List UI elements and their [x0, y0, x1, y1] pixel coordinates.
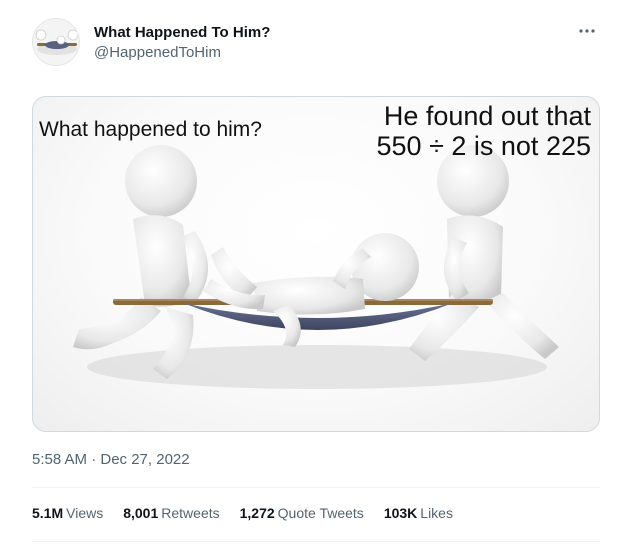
stat-value: 1,272 — [239, 505, 275, 521]
stat-value: 8,001 — [123, 505, 159, 521]
stat-value: 5.1M — [32, 505, 64, 521]
stat-label: Quote Tweets — [277, 505, 364, 521]
tweet: What Happened To Him? @HappenedToHim Wha… — [0, 0, 628, 546]
tweet-image[interactable]: What happened to him? He found out that … — [32, 96, 600, 432]
image-caption-right-line1: He found out that — [383, 101, 591, 131]
user-handle[interactable]: @HappenedToHim — [94, 43, 270, 63]
divider — [32, 541, 600, 542]
more-horizontal-icon — [579, 29, 595, 33]
divider — [32, 487, 600, 488]
image-caption-right-line2: 550 ÷ 2 is not 225 — [376, 131, 591, 161]
more-options-button[interactable] — [576, 20, 598, 42]
stat-label: Views — [66, 505, 104, 521]
stat-retweets[interactable]: 8,001 Retweets — [123, 503, 219, 523]
image-caption-right: He found out that 550 ÷ 2 is not 225 — [321, 101, 591, 161]
tweet-stats: 5.1M Views 8,001 Retweets 1,272 Quote Tweet… — [32, 503, 473, 523]
user-names: What Happened To Him? @HappenedToHim — [94, 24, 270, 63]
stat-likes[interactable]: 103K Likes — [384, 503, 453, 523]
display-name[interactable]: What Happened To Him? — [94, 24, 270, 42]
stat-label: Likes — [420, 505, 453, 521]
stat-quote-tweets[interactable]: 1,272 Quote Tweets — [240, 503, 364, 523]
stat-views[interactable]: 5.1M Views — [32, 503, 103, 523]
image-caption-left: What happened to him? — [39, 118, 262, 141]
stat-label: Retweets — [161, 505, 220, 521]
stat-value: 103K — [383, 505, 418, 521]
tweet-header: What Happened To Him? @HappenedToHim — [32, 18, 602, 68]
avatar[interactable] — [32, 18, 80, 66]
tweet-timestamp[interactable]: 5:58 AM · Dec 27, 2022 — [32, 450, 190, 470]
